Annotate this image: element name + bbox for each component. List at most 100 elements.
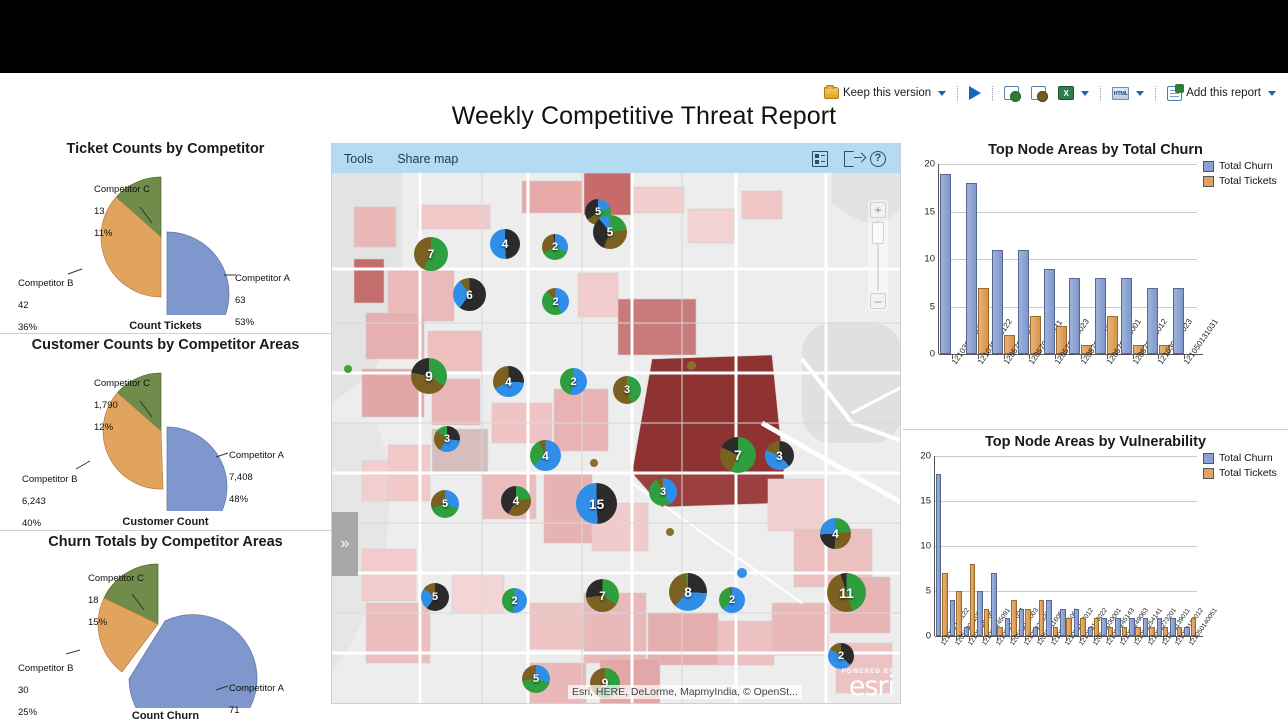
y-axis-tick-label: 5 (925, 585, 931, 597)
legend-icon[interactable] (812, 150, 828, 167)
help-icon[interactable]: ? (870, 150, 886, 167)
export-excel-button[interactable]: X (1052, 84, 1095, 102)
map-cluster-marker[interactable]: 4 (490, 229, 520, 259)
bar-total-tickets[interactable] (956, 591, 962, 636)
bar-total-tickets[interactable] (1011, 600, 1017, 636)
keep-this-version-button[interactable]: Keep this version (818, 85, 952, 101)
map-cluster-marker[interactable]: 5 (431, 490, 459, 518)
bar-total-churn[interactable] (1170, 618, 1176, 636)
legend-item-total-tickets: Total Tickets (1203, 175, 1277, 187)
map-cluster-marker[interactable]: 7 (720, 437, 756, 473)
map-cluster-marker[interactable]: 11 (827, 573, 866, 612)
bar-total-churn[interactable] (949, 600, 956, 636)
map-zoom-control[interactable]: + – (868, 200, 888, 311)
export-map-icon[interactable] (844, 150, 862, 167)
add-this-report-label: Add this report (1186, 87, 1261, 99)
chevron-down-icon[interactable] (1268, 90, 1276, 96)
bar-total-churn[interactable] (1129, 618, 1135, 636)
bar-total-churn[interactable] (1017, 249, 1029, 354)
chevron-down-icon[interactable] (938, 90, 947, 96)
map-cluster-marker[interactable]: 6 (453, 278, 486, 311)
bar-total-churn[interactable] (992, 249, 1003, 354)
bar-total-churn[interactable] (1032, 627, 1039, 636)
bar-legend-vulnerability: Total Churn Total Tickets (1203, 452, 1277, 482)
bar-total-churn[interactable] (1060, 609, 1066, 636)
bar-total-churn[interactable] (1018, 609, 1025, 636)
chevron-down-icon[interactable] (1136, 90, 1145, 96)
pie-axis-label-churn: Count Churn (131, 710, 200, 722)
map-cluster-marker[interactable]: 5 (522, 665, 550, 693)
bar-total-churn[interactable] (1073, 609, 1080, 636)
map-cluster-marker[interactable]: 2 (560, 368, 587, 395)
map-cluster-marker[interactable]: 15 (576, 483, 617, 524)
map-cluster-marker[interactable]: 3 (765, 441, 794, 470)
pie-label-c: Competitor C 13 11% (94, 184, 150, 239)
map-point[interactable] (666, 528, 674, 536)
map-point[interactable] (737, 568, 747, 578)
map-cluster-marker[interactable]: 4 (530, 440, 561, 471)
map-point[interactable] (344, 365, 352, 373)
map-tools-menu[interactable]: Tools (332, 152, 385, 166)
bar-total-churn[interactable] (1142, 618, 1149, 636)
run-report-button[interactable] (963, 84, 987, 102)
bar-total-churn[interactable] (1146, 287, 1158, 354)
bar-total-tickets[interactable] (942, 573, 948, 636)
map-cluster-marker[interactable]: 4 (501, 486, 531, 516)
bar-total-churn[interactable] (935, 474, 942, 636)
bar-total-churn[interactable] (1121, 278, 1132, 354)
bar-total-churn[interactable] (966, 183, 978, 354)
bar-total-churn[interactable] (940, 173, 952, 354)
map-panel-expand-button[interactable]: » (332, 512, 358, 576)
bar-total-churn[interactable] (1184, 627, 1190, 636)
map-cluster-marker[interactable]: 4 (820, 518, 851, 549)
bar-plot-churn: 0510152012103023900212103024512212057002… (924, 159, 1220, 367)
map-cluster-marker[interactable]: 7 (414, 237, 448, 271)
y-axis-tick-label: 20 (924, 158, 935, 170)
map-share-menu[interactable]: Share map (385, 152, 470, 166)
map-cluster-marker[interactable]: 2 (542, 288, 569, 315)
grid-line (939, 211, 1197, 213)
map-cluster-marker[interactable]: 2 (542, 234, 568, 260)
bar-total-churn[interactable] (1046, 600, 1052, 636)
chevron-down-icon[interactable] (1081, 90, 1090, 96)
toolbar-separator (992, 85, 994, 101)
export-pdf-button[interactable] (1025, 84, 1052, 102)
map-cluster-marker[interactable]: 7 (586, 579, 619, 612)
bar-total-churn[interactable] (1172, 287, 1184, 354)
export-html-button[interactable] (1106, 85, 1150, 102)
bar-total-churn[interactable] (991, 573, 997, 636)
map-cluster-marker[interactable]: 3 (613, 376, 641, 404)
zoom-out-button[interactable]: – (870, 293, 886, 309)
bar-total-churn[interactable] (977, 591, 983, 636)
add-this-report-button[interactable]: Add this report (1161, 83, 1282, 103)
zoom-slider-thumb[interactable] (872, 222, 884, 244)
bar-total-churn[interactable] (1101, 618, 1107, 636)
bar-total-churn[interactable] (1043, 268, 1055, 354)
export-excel-icon: X (1058, 86, 1075, 100)
bar-total-churn[interactable] (1156, 618, 1163, 636)
map-cluster-marker[interactable]: 4 (493, 366, 524, 397)
bar-total-churn[interactable] (1115, 618, 1121, 636)
bar-total-churn[interactable] (1095, 278, 1107, 354)
bar-total-churn[interactable] (1069, 278, 1081, 354)
map-panel[interactable]: Tools Share map ? 5 7 4 2 5 6 2 9 4 2 3 … (331, 143, 901, 704)
panel-churn-totals: Churn Totals by Competitor Areas Competi… (0, 531, 331, 725)
map-cluster-marker[interactable]: 8 (669, 573, 707, 611)
map-canvas[interactable]: 5 7 4 2 5 6 2 9 4 2 3 3 4 7 3 5 4 15 3 4 5 2 7 8 2 11 2 5 9 (332, 173, 900, 703)
map-point[interactable] (590, 459, 598, 467)
bar-total-tickets[interactable] (969, 564, 976, 636)
map-cluster-marker[interactable]: 5 (593, 215, 627, 249)
map-cluster-marker[interactable]: 3 (434, 426, 460, 452)
bar-total-churn[interactable] (1087, 627, 1094, 636)
map-cluster-marker[interactable]: 5 (421, 583, 449, 611)
map-cluster-marker[interactable]: 3 (649, 478, 677, 506)
map-point[interactable] (687, 361, 696, 370)
bar-total-churn[interactable] (1004, 618, 1011, 636)
zoom-in-button[interactable]: + (870, 202, 886, 218)
map-cluster-marker[interactable]: 2 (502, 588, 527, 613)
export-doc-button[interactable] (998, 84, 1025, 102)
bar-total-churn[interactable] (963, 627, 970, 636)
map-cluster-marker[interactable]: 2 (828, 643, 854, 669)
map-cluster-marker[interactable]: 2 (719, 587, 745, 613)
map-cluster-marker[interactable]: 9 (411, 358, 447, 394)
